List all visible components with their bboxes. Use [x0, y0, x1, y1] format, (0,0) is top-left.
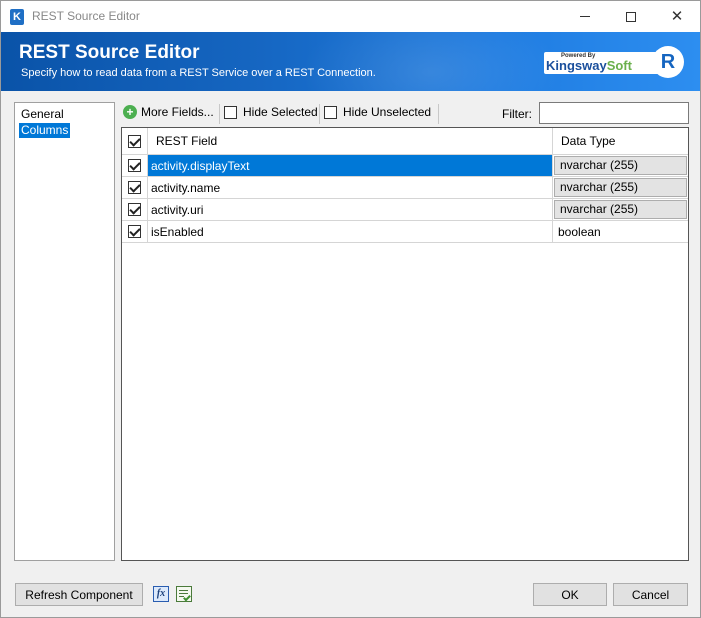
filter-input[interactable] [539, 102, 689, 124]
banner-title: REST Source Editor [19, 42, 200, 63]
minimize-button[interactable] [562, 1, 608, 32]
logo-name: KingswaySoft [546, 58, 632, 73]
row-checkbox-cell[interactable] [122, 155, 148, 176]
filter-label: Filter: [502, 107, 532, 121]
close-button[interactable]: ✕ [654, 1, 700, 32]
row-checkbox-cell[interactable] [122, 221, 148, 242]
kingswaysoft-logo: Powered By KingswaySoft [544, 52, 662, 74]
columns-grid: REST Field Data Type activity.displayTex… [121, 127, 689, 561]
header-rest-field[interactable]: REST Field [148, 128, 553, 154]
row-data-type[interactable]: nvarchar (255) [554, 200, 687, 219]
toolbar-divider [219, 104, 220, 124]
logo-name-main: Kingsway [546, 58, 607, 73]
cancel-button[interactable]: Cancel [613, 583, 688, 606]
row-checkbox-cell[interactable] [122, 199, 148, 220]
checkbox-icon [224, 105, 237, 119]
close-icon: ✕ [670, 8, 684, 25]
grid-header-row: REST Field Data Type [122, 128, 688, 155]
row-rest-field[interactable]: isEnabled [148, 221, 553, 242]
select-all-checkbox-cell[interactable] [122, 128, 148, 154]
refresh-component-button[interactable]: Refresh Component [15, 583, 143, 606]
dialog-window: K REST Source Editor ✕ REST Source Edito… [0, 0, 701, 618]
sidebar-nav: General Columns [14, 102, 115, 561]
nav-item-columns[interactable]: Columns [19, 123, 71, 138]
rest-r-logo-icon: R [652, 46, 684, 78]
row-checkbox-cell[interactable] [122, 177, 148, 198]
hide-unselected-label: Hide Unselected [343, 105, 432, 119]
row-checkbox[interactable] [128, 181, 141, 194]
header-data-type[interactable]: Data Type [553, 128, 688, 154]
kingswaysoft-app-icon: K [10, 9, 24, 25]
minimize-icon [580, 16, 590, 17]
columns-toolbar: + More Fields... Hide Selected Hide Unse… [121, 102, 689, 125]
row-rest-field[interactable]: activity.displayText [148, 155, 553, 176]
row-data-type[interactable]: boolean [553, 221, 688, 242]
icon-line [179, 590, 188, 591]
maximize-icon [626, 11, 636, 22]
title-bar[interactable]: K REST Source Editor ✕ [1, 1, 700, 32]
row-checkbox[interactable] [128, 203, 141, 216]
more-fields-button[interactable]: + More Fields... [123, 105, 214, 119]
variables-icon[interactable] [176, 586, 192, 602]
banner-subtitle: Specify how to read data from a REST Ser… [21, 67, 376, 79]
row-data-type-cell[interactable]: nvarchar (255) [553, 199, 688, 220]
checkbox-icon [324, 105, 337, 119]
add-plus-icon: + [123, 105, 137, 119]
window-title: REST Source Editor [32, 9, 140, 23]
hide-selected-label: Hide Selected [243, 105, 318, 119]
row-data-type[interactable]: nvarchar (255) [554, 178, 687, 197]
row-rest-field[interactable]: activity.name [148, 177, 553, 198]
toolbar-divider [319, 104, 320, 124]
icon-check [183, 593, 191, 602]
logo-name-soft: Soft [606, 58, 632, 73]
row-rest-field[interactable]: activity.uri [148, 199, 553, 220]
row-data-type-cell[interactable]: nvarchar (255) [553, 177, 688, 198]
maximize-button[interactable] [608, 1, 654, 32]
hide-selected-checkbox[interactable]: Hide Selected [224, 105, 318, 119]
row-data-type[interactable]: nvarchar (255) [554, 156, 687, 175]
toolbar-divider [438, 104, 439, 124]
row-checkbox[interactable] [128, 159, 141, 172]
table-row[interactable]: activity.uri nvarchar (255) [122, 199, 688, 221]
more-fields-label: More Fields... [141, 105, 214, 119]
header-banner: REST Source Editor Specify how to read d… [1, 32, 700, 91]
row-data-type-cell[interactable]: nvarchar (255) [553, 155, 688, 176]
expression-fx-icon[interactable]: fx [153, 586, 169, 602]
hide-unselected-checkbox[interactable]: Hide Unselected [324, 105, 431, 119]
nav-item-general[interactable]: General [19, 107, 66, 122]
select-all-checkbox[interactable] [128, 134, 141, 148]
table-row[interactable]: activity.name nvarchar (255) [122, 177, 688, 199]
table-row[interactable]: activity.displayText nvarchar (255) [122, 155, 688, 177]
ok-button[interactable]: OK [533, 583, 607, 606]
table-row[interactable]: isEnabled boolean [122, 221, 688, 243]
row-checkbox[interactable] [128, 225, 141, 238]
